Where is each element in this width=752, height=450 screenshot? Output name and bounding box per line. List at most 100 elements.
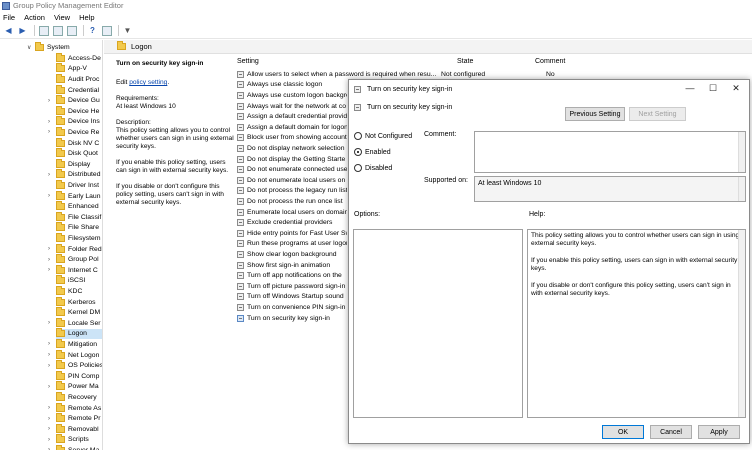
setting-row[interactable]: Turn on security key sign-in [237,313,347,324]
tree-item-early-laun[interactable]: › Early Laun [48,190,102,202]
tree-item-iscsi[interactable]: iSCSI [56,275,102,287]
maximize-icon[interactable]: ☐ [706,83,720,94]
tree-item-file-classif[interactable]: File Classif [56,211,102,223]
help-icon[interactable]: ? [87,25,98,36]
supported-scrollbar[interactable] [738,177,745,201]
tree-item-recovery[interactable]: Recovery [56,391,102,403]
setting-row[interactable]: Enumerate local users on domain [237,207,347,218]
tree-item-device-re[interactable]: › Device Re [48,126,102,138]
chevron-right-icon[interactable]: › [48,257,50,263]
setting-row[interactable]: Allow users to select when a password is… [237,69,437,80]
comment-textarea[interactable] [474,131,746,173]
help-scrollbar[interactable] [738,230,745,417]
chevron-right-icon[interactable]: › [48,172,50,178]
tree-item-file-share[interactable]: File Share [56,222,102,234]
chevron-right-icon[interactable]: › [48,363,50,369]
tree-item-device-gu[interactable]: › Device Gu [48,95,102,106]
tree-item-pin-comp[interactable]: PIN Comp [56,370,102,382]
menu-view[interactable]: View [54,13,70,22]
tree-item-server-ma[interactable]: ›Server Ma [48,444,102,450]
tree-item-distributed[interactable]: › Distributed [48,169,102,181]
menu-help[interactable]: Help [79,13,94,22]
tree-item-access-de[interactable]: Access-De [56,52,102,64]
chevron-right-icon[interactable]: › [48,320,50,326]
apply-button[interactable]: Apply [698,425,740,439]
tree-root-system[interactable]: ∨ System [27,41,70,53]
tree-item-scripts[interactable]: › Scripts [48,434,102,446]
setting-row[interactable]: Always wait for the network at co [237,101,347,112]
radio-not-configured[interactable]: Not Configured [354,132,412,140]
tree-item-device-he[interactable]: Device He [56,105,102,117]
ok-button[interactable]: OK [602,425,644,439]
tree-item-display[interactable]: Display [56,158,102,170]
chevron-right-icon[interactable]: › [48,267,50,273]
tree-item-filesystem[interactable]: Filesystem [56,232,102,244]
tree-item-logon[interactable]: Logon [56,328,102,340]
setting-row[interactable]: Do not enumerate connected use [237,164,347,175]
chevron-right-icon[interactable]: › [48,405,50,411]
filter-icon[interactable]: ▼ [122,25,133,36]
setting-row[interactable]: Hide entry points for Fast User Sw [237,228,347,239]
column-header-setting[interactable]: Setting [237,58,259,68]
chevron-down-icon[interactable]: ∨ [27,44,31,51]
setting-row[interactable]: Turn off picture password sign-in [237,281,347,292]
setting-row[interactable]: Assign a default domain for logon [237,122,347,133]
properties-icon[interactable] [101,25,112,36]
chevron-right-icon[interactable]: › [48,416,50,422]
setting-row[interactable]: Do not display the Getting Starte [237,154,347,165]
close-icon[interactable]: ✕ [729,83,743,94]
tree-item-audit-proc[interactable]: Audit Proc [56,73,102,85]
setting-row[interactable]: Turn off Windows Startup sound [237,292,347,303]
tree-item-enhanced[interactable]: Enhanced [56,201,102,212]
column-header-state[interactable]: State [457,58,473,68]
setting-row[interactable]: Turn on convenience PIN sign-in [237,302,347,313]
menu-action[interactable]: Action [24,13,45,22]
tree-item-device-ins[interactable]: › Device Ins [48,116,102,128]
chevron-right-icon[interactable]: › [48,129,50,135]
setting-row[interactable]: Do not process the legacy run list [237,186,347,197]
tree-item-kerberos[interactable]: Kerberos [56,296,102,308]
tree-item-internet-c[interactable]: › Internet C [48,264,102,276]
setting-row[interactable]: Do not process the run once list [237,196,347,207]
tree-item-app-v[interactable]: App-V [56,63,102,75]
chevron-right-icon[interactable]: › [48,426,50,432]
forward-arrow-icon[interactable]: ▶ [17,25,28,36]
tree-item-power-ma[interactable]: › Power Ma [48,381,102,393]
tree-item-os-policies[interactable]: › OS Policies [48,360,102,371]
tree-item-remote-as[interactable]: › Remote As [48,402,102,414]
setting-row[interactable]: Always use custom logon backgro [237,90,347,101]
chevron-right-icon[interactable]: › [48,119,50,125]
previous-setting-button[interactable]: Previous Setting [565,107,625,121]
chevron-right-icon[interactable]: › [48,193,50,199]
radio-disabled[interactable]: Disabled [354,164,392,172]
tree-item-remote-pr[interactable]: › Remote Pr [48,413,102,424]
tree-item-kdc[interactable]: KDC [56,285,102,297]
tree-item-group-pol[interactable]: › Group Pol [48,254,102,265]
next-setting-button[interactable]: Next Setting [629,107,686,121]
chevron-right-icon[interactable]: › [48,352,50,358]
setting-row[interactable]: Always use classic logon [237,80,347,91]
show-hide-tree-icon[interactable] [52,25,63,36]
tree-item-mitigation[interactable]: › Mitigation [48,338,102,350]
tree-item-removabl[interactable]: › Removabl [48,423,102,435]
chevron-right-icon[interactable]: › [48,246,50,252]
chevron-right-icon[interactable]: › [48,437,50,443]
tree-item-disk-nv-c[interactable]: Disk NV C [56,137,102,149]
comment-scrollbar[interactable] [738,132,745,172]
setting-row[interactable]: Turn off app notifications on the [237,270,347,281]
tree-item-locale-ser[interactable]: › Locale Ser [48,317,102,329]
tree-item-driver-inst[interactable]: Driver Inst [56,179,102,191]
setting-row[interactable]: Assign a default credential provid [237,111,347,122]
minimize-icon[interactable]: — [683,83,697,93]
setting-row[interactable]: Show first sign-in animation [237,260,347,271]
back-arrow-icon[interactable]: ◀ [3,25,14,36]
tree-item-credential[interactable]: Credential [56,84,102,96]
tree-item-kernel-dm[interactable]: Kernel DM [56,307,102,318]
setting-row[interactable]: Show clear logon background [237,249,347,260]
setting-row[interactable]: Run these programs at user logon [237,239,347,250]
setting-row[interactable]: Exclude credential providers [237,217,347,228]
cancel-button[interactable]: Cancel [650,425,692,439]
setting-row[interactable]: Do not display network selection [237,143,347,154]
tree-item-disk-quot[interactable]: Disk Quot [56,148,102,159]
tree-item-net-logon[interactable]: › Net Logon [48,349,102,361]
